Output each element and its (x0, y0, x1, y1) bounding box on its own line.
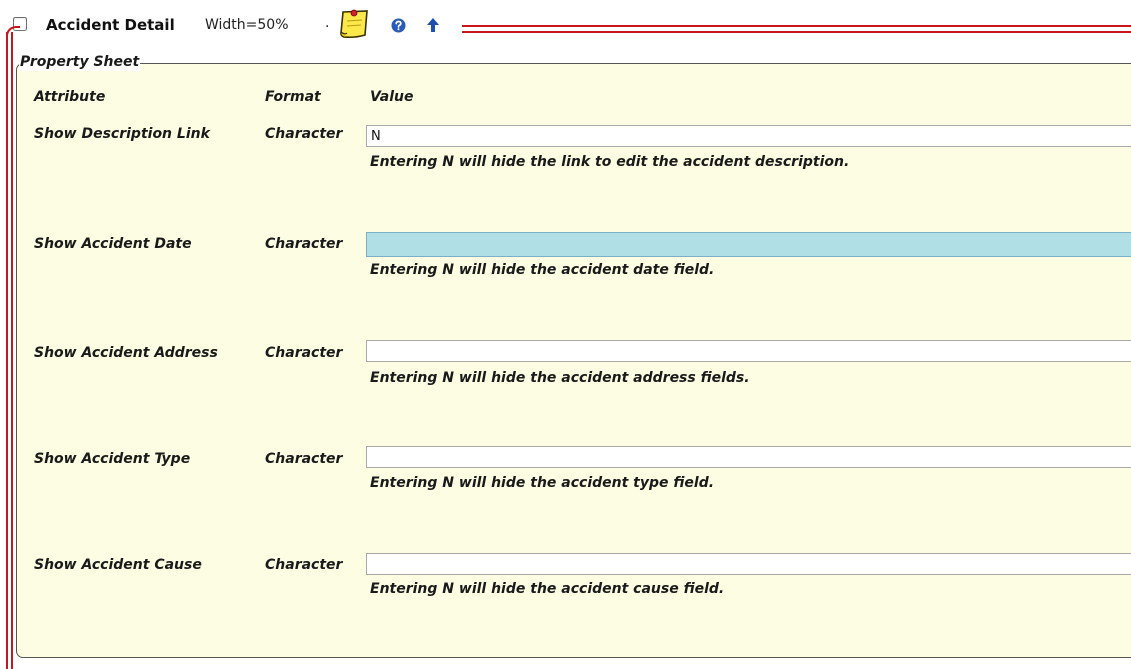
show-accident-type-input[interactable] (366, 446, 1131, 468)
attribute-label: Show Accident Address (34, 345, 218, 361)
up-arrow-icon[interactable] (426, 17, 440, 33)
help-icon[interactable] (391, 18, 406, 33)
field-hint: Entering N will hide the link to edit th… (370, 154, 850, 170)
column-header-attribute: Attribute (34, 89, 106, 105)
format-label: Character (265, 126, 343, 142)
column-header-value: Value (370, 89, 414, 105)
section-title: Accident Detail (46, 16, 175, 34)
frame-left-outer (6, 32, 8, 669)
show-accident-address-input[interactable] (366, 340, 1131, 362)
format-label: Character (265, 557, 343, 573)
attribute-label: Show Accident Type (34, 451, 191, 467)
format-label: Character (265, 236, 343, 252)
attribute-label: Show Accident Date (34, 236, 192, 252)
field-hint: Entering N will hide the accident addres… (370, 370, 750, 386)
show-description-link-input[interactable] (366, 125, 1131, 147)
attribute-label: Show Accident Cause (34, 557, 202, 573)
column-header-format: Format (265, 89, 321, 105)
field-hint: Entering N will hide the accident cause … (370, 581, 725, 597)
frame-left-inner (11, 32, 13, 669)
section-header: Accident Detail Width=50% . (0, 0, 1131, 44)
format-label: Character (265, 451, 343, 467)
attribute-label: Show Description Link (34, 126, 210, 142)
show-accident-date-input[interactable] (366, 232, 1131, 257)
separator-dot: . (325, 15, 330, 31)
show-accident-cause-input[interactable] (366, 553, 1131, 575)
format-label: Character (265, 345, 343, 361)
header-rule-top (462, 25, 1131, 27)
field-hint: Entering N will hide the accident type f… (370, 475, 715, 491)
header-rule-bottom (462, 31, 1131, 33)
width-label: Width=50% (205, 17, 289, 33)
property-sheet-legend: Property Sheet (19, 53, 141, 71)
sticky-note-icon[interactable] (337, 9, 371, 39)
field-hint: Entering N will hide the accident date f… (370, 262, 715, 278)
